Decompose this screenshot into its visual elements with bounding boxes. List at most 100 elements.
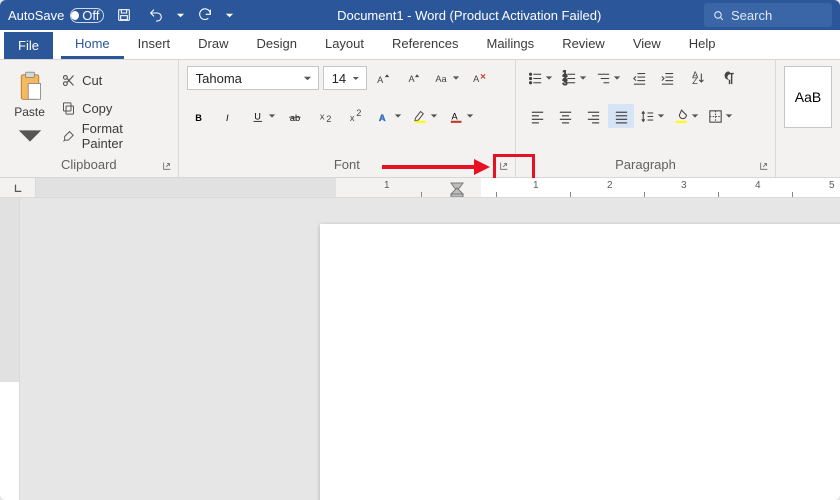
tab-design[interactable]: Design [243, 30, 311, 59]
window-title: Document1 - Word (Product Activation Fai… [242, 8, 696, 23]
tab-home[interactable]: Home [61, 30, 124, 59]
tab-mailings[interactable]: Mailings [473, 30, 549, 59]
numbering-button[interactable]: 123 [558, 66, 590, 90]
multilevel-list-button[interactable] [592, 66, 624, 90]
search-placeholder: Search [731, 8, 772, 23]
strikethrough-button[interactable]: ab [283, 104, 309, 128]
decrease-indent-button[interactable] [626, 66, 652, 90]
qat-customize-icon[interactable] [225, 11, 234, 20]
svg-text:2: 2 [356, 108, 361, 118]
subscript-button[interactable]: x2 [313, 104, 339, 128]
ruler-tick-label: 5 [829, 180, 835, 191]
line-spacing-button[interactable] [636, 104, 668, 128]
style-normal[interactable]: AaB [784, 66, 832, 128]
ruler-tick-label: 3 [681, 180, 687, 191]
cut-button[interactable]: Cut [57, 68, 170, 92]
font-group-label: Font [179, 157, 515, 177]
font-size-value: 14 [332, 71, 346, 86]
underline-button[interactable]: U [247, 104, 279, 128]
font-name-value: Tahoma [196, 71, 242, 86]
paste-button[interactable]: Paste [8, 66, 51, 157]
brush-icon [61, 129, 76, 144]
align-right-button[interactable] [580, 104, 606, 128]
title-bar: AutoSave Off Document1 - Word (Product A… [0, 0, 840, 30]
tab-help[interactable]: Help [675, 30, 730, 59]
svg-text:2: 2 [326, 114, 331, 124]
superscript-button[interactable]: x2 [343, 104, 369, 128]
svg-text:3: 3 [562, 76, 567, 86]
tab-file[interactable]: File [4, 32, 53, 59]
clear-formatting-button[interactable]: A [467, 66, 493, 90]
autosave-state: Off [82, 8, 99, 23]
change-case-button[interactable]: Aa [431, 66, 463, 90]
font-dialog-launcher[interactable] [497, 159, 511, 173]
svg-text:A: A [409, 74, 416, 84]
search-input[interactable]: Search [704, 3, 832, 27]
save-button[interactable] [112, 3, 136, 27]
borders-button[interactable] [704, 104, 736, 128]
text-effects-button[interactable]: A [373, 104, 405, 128]
svg-text:B: B [195, 112, 202, 122]
svg-text:A: A [451, 111, 458, 121]
ruler-tick-label: 4 [755, 180, 761, 191]
group-styles: AaB [776, 60, 840, 177]
ruler-vertical[interactable]: 2 1 [0, 198, 20, 500]
font-color-button[interactable]: A [445, 104, 477, 128]
svg-text:Z: Z [692, 76, 698, 86]
autosave-toggle[interactable]: AutoSave Off [8, 8, 104, 23]
bold-button[interactable]: B [187, 104, 213, 128]
svg-text:Aa: Aa [435, 74, 447, 84]
align-center-button[interactable] [552, 104, 578, 128]
undo-caret-icon[interactable] [176, 11, 185, 20]
toggle-dot-icon [71, 11, 79, 20]
paste-label: Paste [14, 105, 45, 119]
tab-selector[interactable] [0, 178, 36, 197]
ribbon-tabs: File Home Insert Draw Design Layout Refe… [0, 30, 840, 60]
ruler-tick-label: 1 [384, 180, 390, 191]
bullets-button[interactable] [524, 66, 556, 90]
align-left-button[interactable] [524, 104, 550, 128]
paste-caret-icon [16, 120, 44, 152]
svg-text:A: A [378, 112, 385, 122]
font-name-select[interactable]: Tahoma [187, 66, 319, 90]
svg-text:A: A [473, 74, 480, 84]
undo-button[interactable] [144, 3, 168, 27]
autosave-switch[interactable]: Off [70, 8, 104, 23]
pilcrow-button[interactable] [716, 66, 742, 90]
copy-button[interactable]: Copy [57, 96, 170, 120]
document-canvas[interactable]: "Chiếc lược ngà" là một nhan đề h chủ đề… [20, 198, 840, 500]
page [320, 224, 840, 500]
format-painter-button[interactable]: Format Painter [57, 124, 170, 148]
tab-review[interactable]: Review [548, 30, 619, 59]
paste-icon [16, 71, 44, 103]
svg-text:A: A [377, 74, 384, 84]
shading-button[interactable] [670, 104, 702, 128]
ribbon: Paste Cut Copy Format Painter Clipboa [0, 60, 840, 178]
clipboard-dialog-launcher[interactable] [160, 159, 174, 173]
sort-button[interactable]: AZ [682, 66, 714, 90]
group-paragraph: 123 AZ Paragraph [516, 60, 776, 177]
increase-indent-button[interactable] [654, 66, 680, 90]
redo-button[interactable] [193, 3, 217, 27]
tab-draw[interactable]: Draw [184, 30, 242, 59]
autosave-label: AutoSave [8, 8, 64, 23]
shrink-font-button[interactable]: A [401, 66, 427, 90]
copy-icon [61, 101, 76, 116]
svg-text:ab: ab [290, 112, 300, 122]
grow-font-button[interactable]: A [371, 66, 397, 90]
justify-button[interactable] [608, 104, 634, 128]
italic-button[interactable]: I [217, 104, 243, 128]
tab-layout[interactable]: Layout [311, 30, 378, 59]
ruler-horizontal[interactable]: 1 1 2 3 4 5 [0, 178, 840, 198]
group-font: Tahoma 14 A A Aa A B I U ab x2 x2 A [179, 60, 516, 177]
paragraph-dialog-launcher[interactable] [757, 159, 771, 173]
highlight-color-button[interactable] [409, 104, 441, 128]
hanging-indent-marker[interactable] [450, 187, 464, 197]
svg-text:x: x [320, 111, 325, 121]
font-size-select[interactable]: 14 [323, 66, 367, 90]
search-icon [712, 9, 725, 22]
tab-references[interactable]: References [378, 30, 472, 59]
tab-insert[interactable]: Insert [124, 30, 185, 59]
tab-view[interactable]: View [619, 30, 675, 59]
ruler-tick-label: 1 [533, 180, 539, 191]
